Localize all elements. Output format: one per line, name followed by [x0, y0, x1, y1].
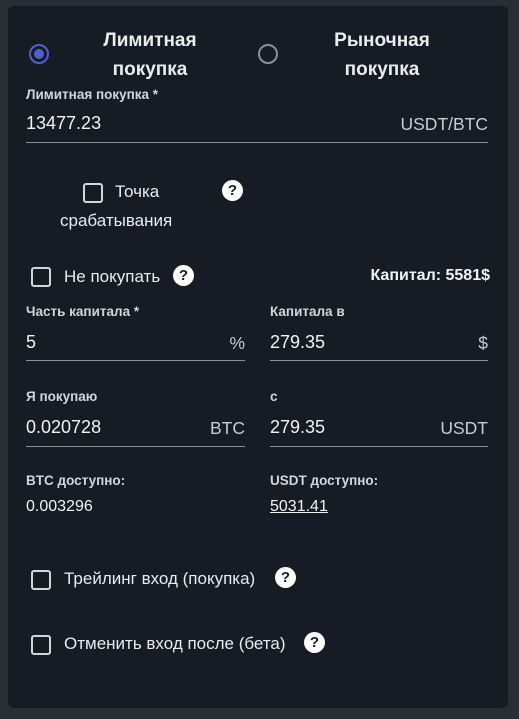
market-buy-radio[interactable] — [258, 44, 278, 64]
trailing-entry-label: Трейлинг вход (покупка) — [64, 569, 256, 588]
trigger-point-checkbox[interactable] — [83, 183, 103, 203]
usdt-available-label: USDT доступно: — [270, 473, 379, 488]
market-buy-label-line1: Рыночная — [334, 30, 430, 51]
i-buy-input[interactable]: 0.020728 — [26, 417, 101, 438]
limit-price-input[interactable]: 13477.23 — [26, 113, 101, 134]
limit-buy-radio[interactable] — [29, 44, 49, 64]
limit-price-label: Лимитная покупка * — [26, 87, 159, 102]
trailing-entry-checkbox[interactable] — [31, 570, 51, 590]
dont-buy-checkbox[interactable] — [31, 267, 51, 287]
trailing-entry-help-icon[interactable]: ? — [275, 567, 296, 588]
dont-buy-label: Не покупать — [64, 267, 161, 286]
with-input[interactable]: 279.35 — [270, 417, 325, 438]
usdt-available-link[interactable]: 5031.41 — [270, 498, 328, 516]
limit-buy-label-line1: Лимитная — [103, 30, 197, 51]
limit-price-unit: USDT/BTC — [400, 114, 489, 134]
limit-buy-radio-label[interactable]: Лимитная покупка — [80, 26, 220, 84]
with-unit: USDT — [440, 418, 488, 438]
i-buy-label: Я покупаю — [26, 389, 98, 404]
capital-total: Капитал: 5581$ — [370, 267, 490, 284]
capital-part-unit: % — [229, 333, 245, 353]
trigger-point-label-line2: срабатывания — [60, 211, 173, 230]
capital-part-input[interactable]: 5 — [26, 332, 36, 353]
buy-order-panel: Лимитная покупка Рыночная покупка Лимитн… — [8, 6, 508, 708]
i-buy-unit: BTC — [210, 418, 245, 438]
trigger-point-label-line1: Точка — [115, 182, 160, 201]
limit-buy-label-line2: покупка — [112, 59, 188, 80]
cancel-entry-checkbox[interactable] — [31, 635, 51, 655]
capital-in-label: Капитала в — [270, 304, 345, 319]
with-label: с — [270, 389, 278, 404]
dont-buy-help-icon[interactable]: ? — [173, 265, 194, 286]
capital-in-underline — [270, 360, 488, 361]
capital-part-underline — [26, 360, 245, 361]
capital-in-input[interactable]: 279.35 — [270, 332, 325, 353]
with-underline — [270, 446, 488, 447]
trigger-point-help-icon[interactable]: ? — [222, 180, 243, 201]
btc-available-value: 0.003296 — [26, 498, 93, 515]
capital-in-unit: $ — [478, 333, 488, 353]
market-buy-radio-label[interactable]: Рыночная покупка — [312, 26, 452, 84]
cancel-entry-help-icon[interactable]: ? — [304, 632, 325, 653]
capital-part-label: Часть капитала * — [26, 304, 140, 319]
limit-price-underline — [26, 142, 488, 143]
btc-available-label: BTC доступно: — [26, 473, 126, 488]
cancel-entry-label: Отменить вход после (бета) — [64, 634, 286, 653]
market-buy-label-line2: покупка — [344, 59, 420, 80]
i-buy-underline — [26, 446, 245, 447]
